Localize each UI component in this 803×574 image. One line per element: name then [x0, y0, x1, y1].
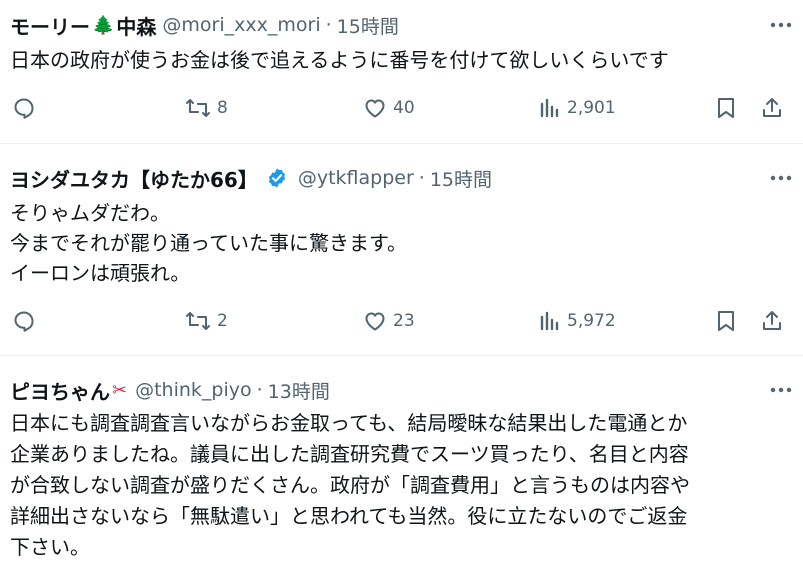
bookmark-button[interactable]: [715, 93, 737, 123]
action-bar: 8 40 2,901: [10, 93, 793, 123]
share-button[interactable]: [760, 306, 784, 336]
views-icon: [540, 311, 559, 331]
reply-icon: [14, 311, 34, 332]
tweet-header: ピヨちゃん ✂ @think_piyo · 13時間: [10, 375, 793, 405]
tweet[interactable]: ピヨちゃん ✂ @think_piyo · 13時間 日本にも調査調査言いながら…: [0, 356, 803, 574]
display-name-suffix[interactable]: 中森: [116, 11, 156, 40]
tree-emoji-icon: 🌲: [92, 14, 115, 36]
tweet-header: ヨシダユタカ【ゆたか66】 @ytkflapper · 15時間: [10, 163, 793, 193]
tweet[interactable]: ヨシダユタカ【ゆたか66】 @ytkflapper · 15時間 そりゃムダだわ…: [0, 144, 803, 355]
tweet-text-line: そりゃムダだわ。: [10, 201, 170, 225]
tweet-text-line: 日本の政府が使うお金は後で追えるように番号を付けて欲しいくらいです: [10, 48, 669, 72]
timestamp[interactable]: 15時間: [430, 165, 492, 192]
tweet-text-line: 下さい。: [10, 535, 90, 559]
views-button[interactable]: 5,972: [539, 306, 616, 336]
heart-icon: [365, 312, 385, 331]
share-icon: [763, 311, 781, 330]
more-options-icon[interactable]: [765, 163, 797, 193]
retweet-button[interactable]: 2: [185, 306, 228, 336]
bookmark-button[interactable]: [715, 306, 737, 336]
tweet-text-line: 今までそれが罷り通っていた事に驚きます。: [10, 231, 407, 255]
more-options-icon[interactable]: [765, 10, 797, 40]
bookmark-icon: [718, 98, 734, 118]
like-count: 40: [393, 98, 415, 118]
reply-button[interactable]: [12, 306, 36, 336]
bookmark-icon: [718, 311, 734, 331]
timestamp[interactable]: 13時間: [268, 377, 330, 404]
retweet-icon: [186, 312, 210, 330]
retweet-count: 2: [217, 311, 228, 331]
tweet[interactable]: モーリー 🌲 中森 @mori_xxx_mori · 15時間 日本の政府が使う…: [0, 0, 803, 143]
user-handle[interactable]: @ytkflapper: [298, 167, 414, 189]
like-button[interactable]: 40: [363, 93, 415, 123]
separator-dot: ·: [418, 167, 425, 189]
reply-icon: [14, 98, 34, 119]
retweet-button[interactable]: 8: [185, 93, 228, 123]
views-count: 2,901: [567, 98, 616, 118]
separator-dot: ·: [256, 379, 263, 401]
tweet-header: モーリー 🌲 中森 @mori_xxx_mori · 15時間: [10, 10, 793, 40]
tweet-text: 日本の政府が使うお金は後で追えるように番号を付けて欲しいくらいです: [10, 45, 785, 75]
share-icon: [763, 98, 781, 117]
verified-badge-icon: [268, 168, 285, 188]
timestamp[interactable]: 15時間: [337, 12, 399, 39]
tweet-text-line: 詳細出さないなら「無駄遣い」と思われても当然。役に立たないのでご返金: [10, 504, 688, 528]
tweet-text-line: 企業ありましたね。議員に出した調査研究費でスーツ買ったり、名目と内容: [10, 442, 689, 466]
views-icon: [540, 98, 559, 118]
scissors-emoji-icon: ✂: [112, 379, 128, 401]
more-options-icon[interactable]: [765, 375, 797, 405]
user-handle[interactable]: @mori_xxx_mori: [162, 14, 320, 36]
display-name[interactable]: ヨシダユタカ【ゆたか66】: [10, 164, 258, 193]
views-count: 5,972: [567, 311, 616, 331]
views-button[interactable]: 2,901: [539, 93, 616, 123]
display-name[interactable]: モーリー: [10, 11, 90, 40]
user-handle[interactable]: @think_piyo: [135, 379, 252, 401]
display-name[interactable]: ピヨちゃん: [10, 376, 110, 405]
tweet-text-line: が合致しない調査が盛りだくさん。政府が「調査費用」と言うものは内容や: [10, 473, 690, 497]
action-bar: 2 23 5,972: [10, 306, 793, 336]
tweet-text-line: 日本にも調査調査言いながらお金取っても、結局曖昧な結果出した電通とか: [10, 411, 688, 435]
retweet-icon: [186, 99, 210, 117]
retweet-count: 8: [217, 98, 228, 118]
like-button[interactable]: 23: [363, 306, 415, 336]
like-count: 23: [393, 311, 415, 331]
heart-icon: [365, 99, 385, 118]
tweet-text: 日本にも調査調査言いながらお金取っても、結局曖昧な結果出した電通とか 企業ありま…: [10, 408, 785, 563]
tweet-text-line: イーロンは頑張れ。: [10, 261, 191, 285]
reply-button[interactable]: [12, 93, 36, 123]
separator-dot: ·: [325, 14, 332, 36]
share-button[interactable]: [760, 93, 784, 123]
tweet-text: そりゃムダだわ。 今までそれが罷り通っていた事に驚きます。 イーロンは頑張れ。: [10, 198, 785, 288]
